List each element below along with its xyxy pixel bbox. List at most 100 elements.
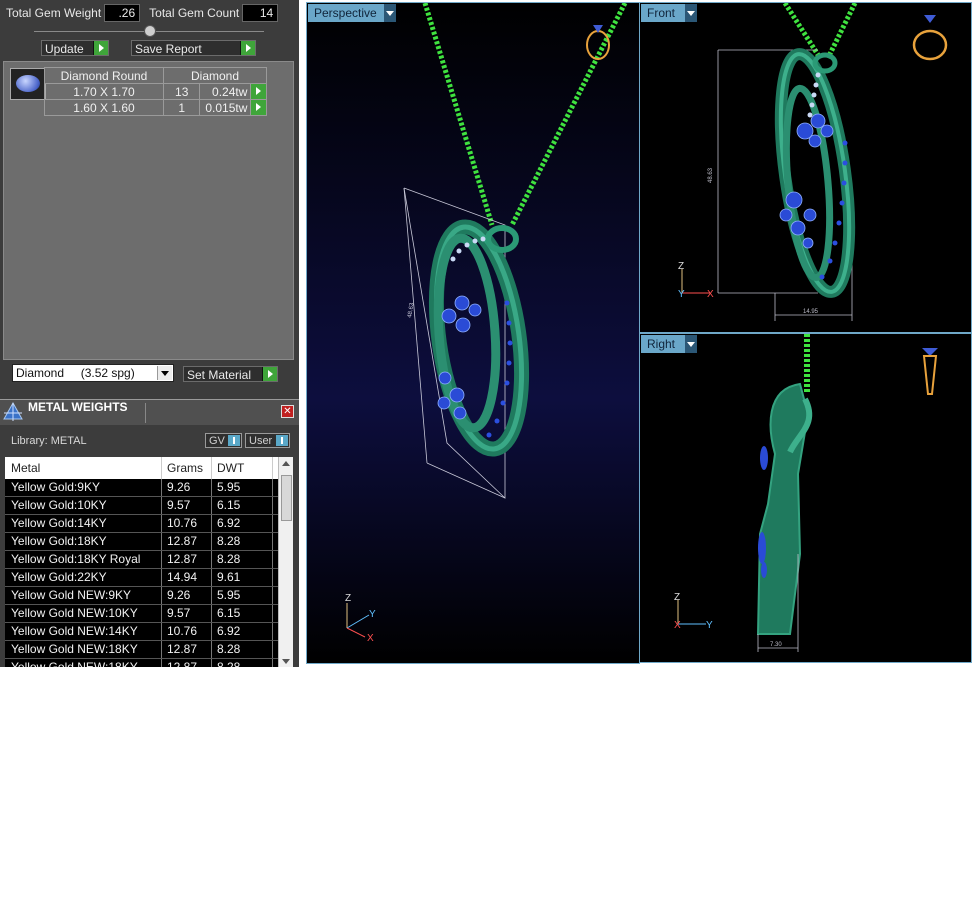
update-button-label: Update [45, 42, 84, 56]
diamond-round-icon[interactable] [10, 68, 46, 100]
gem-weight: 0.015tw [199, 99, 252, 116]
scroll-up-icon[interactable] [282, 461, 290, 466]
dwt-value: 8.28 [212, 641, 273, 658]
save-report-button[interactable]: Save Report [131, 40, 256, 56]
toggle-indicator-icon [276, 435, 288, 446]
metal-weights-title: METAL WEIGHTS [28, 400, 128, 414]
gem-count: 13 [162, 83, 201, 100]
gem-summary-bar: Total Gem Weight .26 Total Gem Count 14 [3, 4, 279, 22]
dwt-value: 8.28 [212, 551, 273, 568]
depth-dimension: 7.30 [770, 642, 782, 648]
user-toggle-label: User [249, 435, 273, 447]
gem-type-header: Diamond [163, 67, 267, 84]
dwt-value: 6.15 [212, 605, 273, 622]
dwt-value: 6.15 [212, 497, 273, 514]
scroll-down-icon[interactable] [282, 659, 290, 664]
metal-name: Yellow Gold:9KY [5, 479, 162, 496]
vertical-scrollbar[interactable] [278, 457, 293, 667]
right-view-tab[interactable]: Right [641, 335, 697, 353]
chevron-down-icon[interactable] [685, 335, 697, 353]
dwt-value: 6.92 [212, 623, 273, 640]
toggle-indicator-icon [228, 435, 240, 446]
table-row[interactable]: Yellow Gold NEW:18KY 12.87 8.28 [5, 641, 293, 659]
slider-handle[interactable] [144, 25, 156, 37]
front-viewport[interactable]: 48.63 14.95 Z Y X Front [639, 2, 972, 333]
metal-weights-body: Library: METAL GV User Metal Grams DWT Y… [0, 425, 299, 667]
close-icon[interactable]: ✕ [281, 405, 294, 418]
ring-view-icon[interactable] [912, 15, 948, 61]
axis-y-label: Y [678, 289, 685, 300]
update-button[interactable]: Update [41, 40, 109, 56]
scale-icon [3, 402, 23, 421]
front-view-tab[interactable]: Front [641, 4, 697, 22]
table-row[interactable]: Yellow Gold NEW:14KY 10.76 6.92 [5, 623, 293, 641]
play-icon [240, 41, 255, 55]
table-row[interactable]: Yellow Gold NEW:18KY... 12.87 8.28 [5, 659, 293, 667]
axis-gizmo: Z Y X [345, 593, 376, 644]
save-report-button-label: Save Report [135, 42, 202, 56]
gem-table: Diamond Round Diamond 1.70 X 1.70 13 0.2… [44, 67, 267, 116]
gem-row-play-button[interactable] [250, 83, 267, 100]
play-icon [262, 367, 277, 381]
dwt-value: 6.92 [212, 515, 273, 532]
metal-name: Yellow Gold:22KY [5, 569, 162, 586]
table-row[interactable]: Yellow Gold:10KY 9.57 6.15 [5, 497, 293, 515]
chain-right [825, 3, 858, 60]
dwt-column-header[interactable]: DWT [212, 457, 273, 479]
table-row[interactable]: Yellow Gold:14KY 10.76 6.92 [5, 515, 293, 533]
table-row[interactable]: Yellow Gold NEW:10KY 9.57 6.15 [5, 605, 293, 623]
gem-row[interactable]: 1.60 X 1.60 1 0.015tw [44, 99, 267, 116]
axis-z-label: Z [678, 261, 684, 272]
axis-y-label: Y [706, 620, 713, 631]
chevron-down-icon[interactable] [384, 4, 396, 22]
perspective-view-tab[interactable]: Perspective [308, 4, 396, 22]
axis-x-label: X [707, 289, 714, 300]
chain-right [509, 3, 628, 227]
gem-row[interactable]: 1.70 X 1.70 13 0.24tw [44, 83, 267, 100]
axis-z-label: Z [345, 593, 351, 604]
chevron-down-icon[interactable] [157, 366, 172, 380]
dwt-value: 8.28 [212, 533, 273, 550]
table-row[interactable]: Yellow Gold NEW:9KY 9.26 5.95 [5, 587, 293, 605]
user-toggle[interactable]: User [245, 433, 290, 448]
gem-row-play-button[interactable] [250, 99, 267, 116]
gv-toggle[interactable]: GV [205, 433, 242, 448]
dwt-value: 9.61 [212, 569, 273, 586]
metal-name: Yellow Gold:18KY Royal [5, 551, 162, 568]
gem-size: 1.70 X 1.70 [44, 83, 164, 100]
table-header: Metal Grams DWT [5, 457, 293, 479]
table-row[interactable]: Yellow Gold:9KY 9.26 5.95 [5, 479, 293, 497]
grams-column-header[interactable]: Grams [162, 457, 212, 479]
table-row[interactable]: Yellow Gold:18KY 12.87 8.28 [5, 533, 293, 551]
scroll-thumb[interactable] [281, 475, 292, 521]
pendant-side-view-icon[interactable] [922, 348, 938, 395]
chain-left [422, 3, 495, 226]
grams-value: 12.87 [162, 533, 212, 550]
table-row[interactable]: Yellow Gold:22KY 14.94 9.61 [5, 569, 293, 587]
height-dimension: 48.63 [708, 167, 714, 183]
grams-value: 14.94 [162, 569, 212, 586]
axis-y-label: Y [369, 609, 376, 620]
set-material-button-label: Set Material [187, 368, 252, 382]
right-render: 7.30 Z X Y [674, 334, 938, 652]
dwt-value: 8.28 [212, 659, 273, 667]
width-dimension: 14.95 [803, 309, 819, 315]
metal-name: Yellow Gold NEW:18KY [5, 641, 162, 658]
perspective-view-label: Perspective [314, 6, 377, 20]
perspective-viewport[interactable]: 48.63 Z Y X Perspective [306, 2, 640, 664]
chevron-down-icon[interactable] [685, 4, 697, 22]
metal-name: Yellow Gold NEW:10KY [5, 605, 162, 622]
table-row[interactable]: Yellow Gold:18KY Royal 12.87 8.28 [5, 551, 293, 569]
material-select[interactable]: Diamond (3.52 spg) [12, 364, 174, 382]
grams-value: 9.57 [162, 605, 212, 622]
gem-count: 1 [162, 99, 201, 116]
set-material-button[interactable]: Set Material [183, 366, 278, 382]
total-gem-weight-value: .26 [104, 4, 141, 22]
right-viewport[interactable]: 7.30 Z X Y Right [639, 333, 972, 663]
front-render: 48.63 14.95 Z Y X [678, 3, 948, 321]
metal-column-header[interactable]: Metal [5, 457, 162, 479]
right-view-label: Right [647, 337, 676, 351]
library-label: Library: METAL [11, 435, 87, 447]
pendant-profile [756, 382, 810, 635]
table-rows: Yellow Gold:9KY 9.26 5.95 Yellow Gold:10KY 9… [5, 479, 293, 667]
